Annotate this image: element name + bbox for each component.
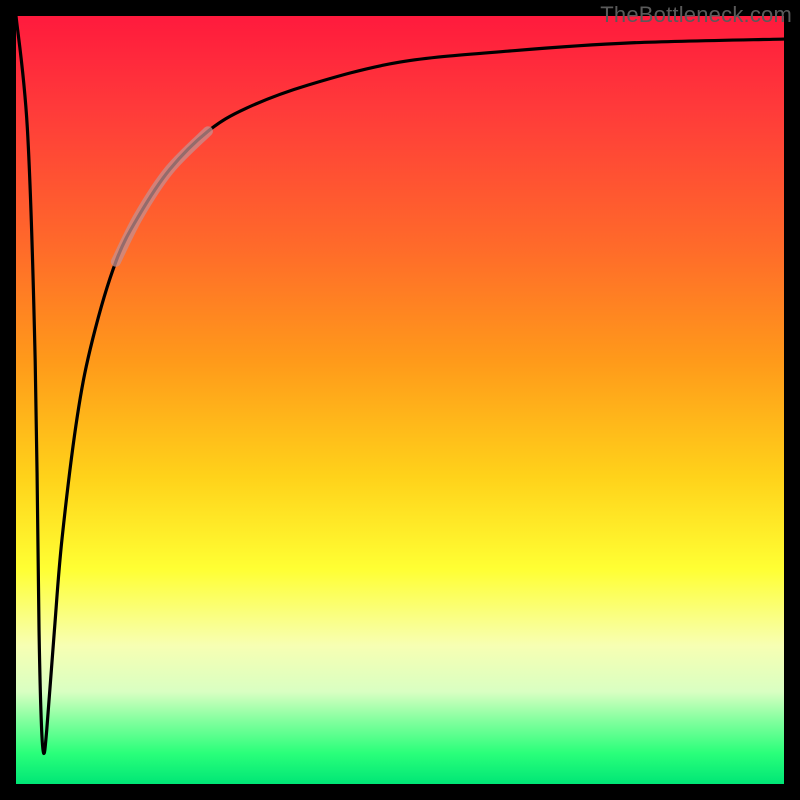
- plot-area: [16, 16, 784, 784]
- chart-frame: TheBottleneck.com: [0, 0, 800, 800]
